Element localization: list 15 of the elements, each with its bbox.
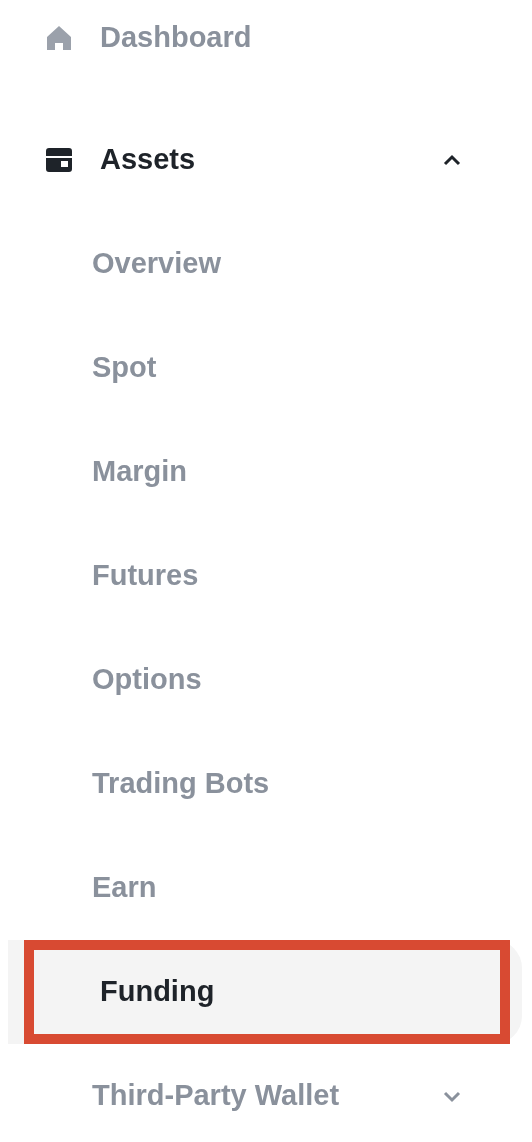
nav-subitem[interactable]: Earn: [0, 836, 532, 940]
nav-item[interactable]: Dashboard: [0, 0, 532, 76]
home-icon: [44, 23, 74, 53]
chevron-up-icon: [442, 153, 462, 167]
nav-subitem[interactable]: Third-Party Wallet: [0, 1044, 532, 1142]
nav-subitem[interactable]: Futures: [0, 524, 532, 628]
nav-subitem[interactable]: Spot: [0, 316, 532, 420]
wallet-icon: [44, 145, 74, 175]
nav-item[interactable]: Assets: [0, 108, 532, 212]
nav-subitem[interactable]: Options: [0, 628, 532, 732]
nav-subitem[interactable]: Overview: [0, 212, 532, 316]
nav-subitem[interactable]: Funding: [8, 940, 522, 1044]
nav-subitem[interactable]: Trading Bots: [0, 732, 532, 836]
nav-subitem[interactable]: Margin: [0, 420, 532, 524]
chevron-down-icon: [442, 1089, 462, 1103]
